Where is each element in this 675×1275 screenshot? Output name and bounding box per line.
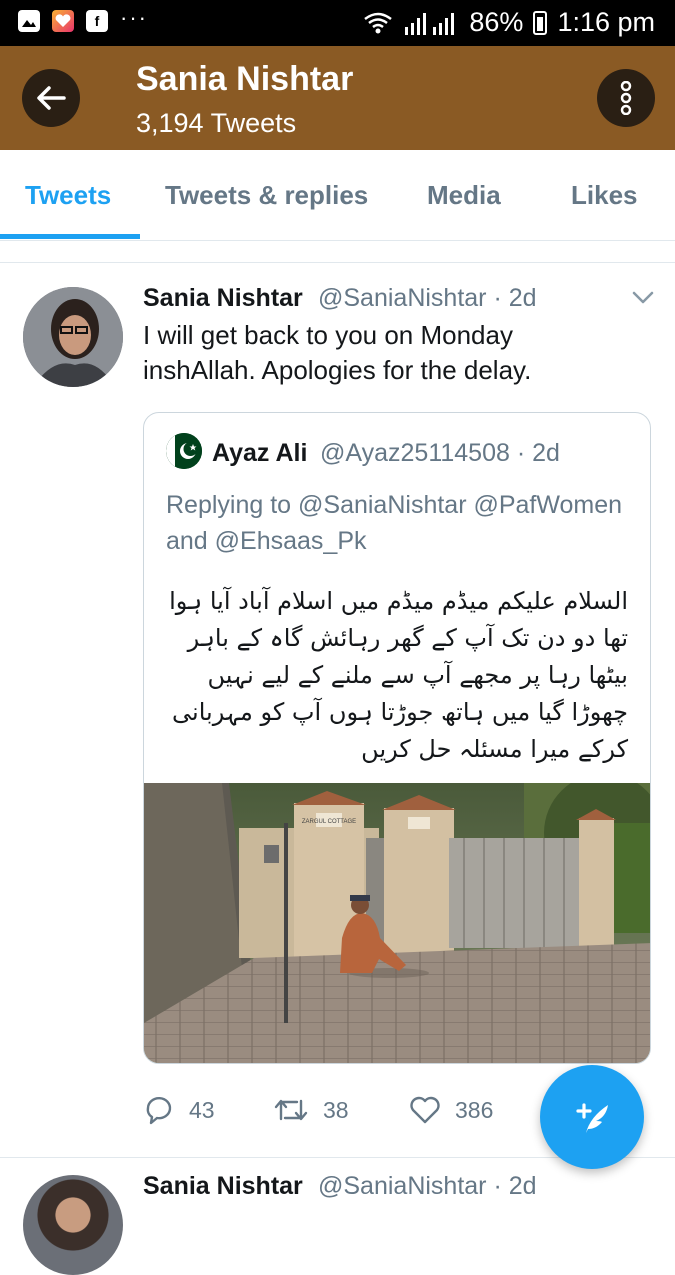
avatar[interactable]: [23, 287, 123, 387]
more-notifications-icon: ···: [120, 5, 148, 30]
avatar-photo: [23, 287, 123, 387]
reply-icon: [146, 1097, 172, 1125]
vertical-dots-icon: [620, 81, 632, 115]
battery-percent: 86%: [469, 7, 524, 37]
gallery-notification-icon: [18, 10, 40, 32]
tab-tweets[interactable]: Tweets: [25, 180, 111, 211]
quoted-author-name: Ayaz Ali: [212, 439, 308, 467]
compose-feather-icon: [576, 1103, 608, 1133]
profile-tabs: Tweets Tweets & replies Media Likes: [0, 150, 675, 241]
quoted-tweet-photo[interactable]: ZARGUL COTTAGE: [144, 783, 651, 1064]
quoted-tweet[interactable]: Ayaz Ali @Ayaz25114508 · 2d Replying to …: [143, 412, 651, 1064]
tab-media[interactable]: Media: [427, 180, 501, 211]
reply-action[interactable]: 43: [143, 1095, 215, 1125]
retweet-count: 38: [323, 1096, 349, 1123]
replying-to-text: Replying to @SaniaNishtar @PafWomen and …: [166, 491, 623, 555]
quoted-tweet-text: السلام علیکم میڈم میڈم میں اسلام آباد آی…: [169, 587, 628, 763]
reply-count: 43: [189, 1096, 215, 1123]
tweet-count: 3,194 Tweets: [136, 108, 297, 138]
tweet-author-name[interactable]: Sania Nishtar: [143, 284, 303, 313]
pakistan-flag-icon: [166, 433, 202, 469]
chevron-down-icon[interactable]: [630, 284, 656, 310]
profile-header: Sania Nishtar 3,194 Tweets: [0, 46, 675, 150]
heart-app-notification-icon: [52, 10, 74, 32]
facebook-notification-icon: f: [86, 10, 108, 32]
profile-name: Sania Nishtar: [136, 60, 354, 98]
more-options-button[interactable]: [597, 69, 655, 127]
battery-icon: [533, 10, 548, 35]
tweet-author-handle: @SaniaNishtar · 2d: [318, 284, 537, 312]
tweet-text: I will get back to you on Monday inshAll…: [143, 320, 532, 385]
clock: 1:16 pm: [557, 7, 655, 37]
like-action[interactable]: 386: [409, 1095, 493, 1125]
signal-icon: [405, 12, 455, 35]
heart-icon: [410, 1096, 440, 1124]
wifi-icon: [364, 12, 393, 33]
divider: [0, 262, 675, 263]
like-count: 386: [455, 1096, 494, 1123]
active-tab-indicator: [0, 234, 140, 239]
retweet-icon: [274, 1099, 308, 1121]
tweet-author-handle: @SaniaNishtar · 2d: [318, 1172, 537, 1200]
quoted-avatar: [166, 433, 202, 469]
compose-tweet-button[interactable]: [540, 1065, 644, 1169]
tweet-author-name[interactable]: Sania Nishtar: [143, 1172, 303, 1201]
back-button[interactable]: [22, 69, 80, 127]
cottage-sign-text: ZARGUL COTTAGE: [302, 819, 356, 825]
retweet-action[interactable]: 38: [273, 1095, 349, 1125]
arrow-left-icon: [37, 86, 66, 110]
avatar[interactable]: [23, 1175, 123, 1275]
quoted-author-handle: @Ayaz25114508 · 2d: [320, 439, 560, 467]
status-bar: f ··· 86% 1:16 pm: [0, 0, 675, 46]
tab-tweets-and-replies[interactable]: Tweets & replies: [165, 180, 368, 211]
tab-likes[interactable]: Likes: [571, 180, 638, 211]
